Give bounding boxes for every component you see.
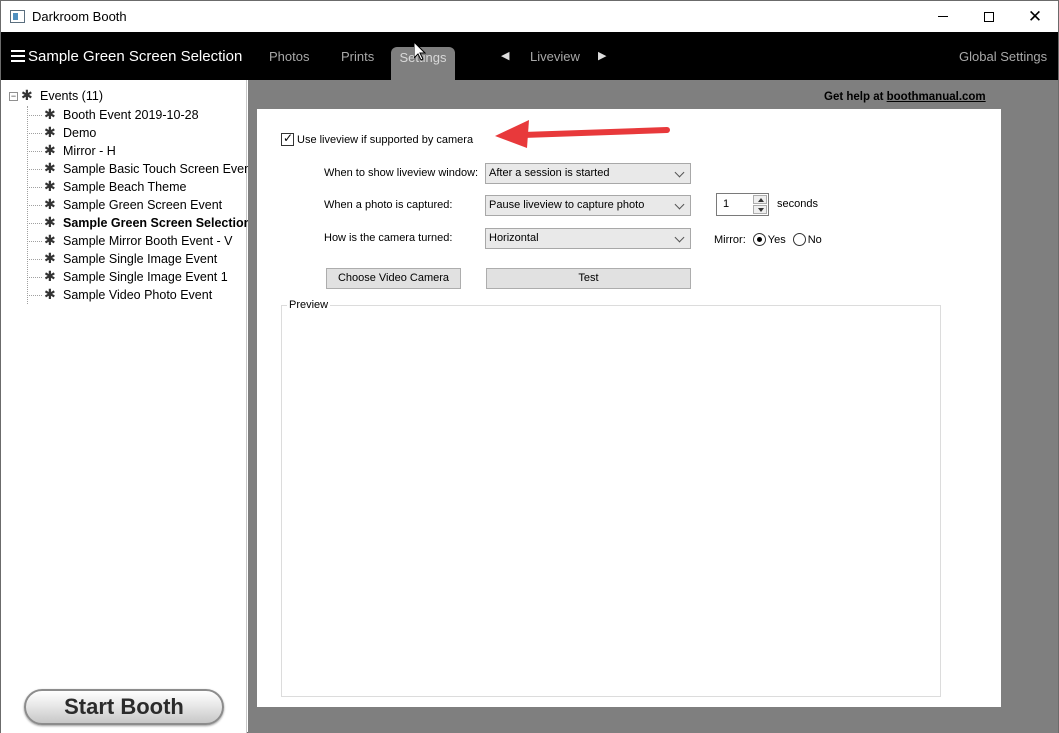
- tab-photos[interactable]: Photos: [269, 49, 309, 64]
- tree-root-label: Events (11): [40, 89, 103, 103]
- event-icon: [44, 106, 60, 123]
- tree-item-label: Booth Event 2019-10-28: [63, 108, 199, 122]
- maximize-button[interactable]: [966, 1, 1012, 32]
- use-liveview-label: Use liveview if supported by camera: [297, 133, 474, 146]
- tree-item-label: Sample Green Screen Event: [63, 198, 223, 212]
- tree-item-label: Sample Single Image Event 1: [63, 270, 228, 284]
- help-link[interactable]: boothmanual.com: [887, 91, 986, 103]
- tree-item[interactable]: Sample Mirror Booth Event - V: [27, 232, 255, 250]
- tab-prints[interactable]: Prints: [341, 49, 374, 64]
- close-button[interactable]: ✕: [1012, 1, 1058, 32]
- chevron-down-icon: [675, 229, 685, 248]
- app-icon: [10, 10, 25, 23]
- tree-item-selected[interactable]: Sample Green Screen Selection: [27, 214, 255, 232]
- decrement-icon[interactable]: [753, 205, 767, 214]
- tree-item[interactable]: Sample Single Image Event: [27, 250, 255, 268]
- app-window: Darkroom Booth ✕ Sample Green Screen Sel…: [0, 0, 1059, 733]
- mirror-no-label: No: [807, 233, 822, 246]
- help-text: Get help at boothmanual.com: [824, 91, 986, 103]
- event-icon: [44, 232, 60, 249]
- event-title: Sample Green Screen Selection: [28, 48, 243, 65]
- camera-turned-value: Horizontal: [489, 232, 539, 244]
- collapse-icon[interactable]: −: [9, 91, 18, 101]
- events-tree-panel: − Events (11) Booth Event 2019-10-28 Dem…: [1, 80, 255, 733]
- global-settings-link[interactable]: Global Settings: [959, 49, 1047, 64]
- use-liveview-row[interactable]: Use liveview if supported by camera: [281, 131, 474, 146]
- mirror-radio-group: Mirror: Yes No: [714, 233, 829, 246]
- camera-turned-label: How is the camera turned:: [324, 232, 453, 244]
- tab-liveview[interactable]: Liveview: [530, 49, 580, 64]
- show-window-value: After a session is started: [489, 167, 610, 179]
- tree-item-label: Sample Video Photo Event: [63, 288, 213, 302]
- event-icon: [44, 196, 60, 213]
- photo-captured-value: Pause liveview to capture photo: [489, 199, 645, 211]
- test-button[interactable]: Test: [486, 268, 691, 289]
- annotation-arrow-icon: [495, 120, 670, 148]
- increment-icon[interactable]: [753, 195, 767, 204]
- settings-content-area: Get help at boothmanual.com Use liveview…: [248, 80, 1058, 733]
- liveview-settings-panel: Use liveview if supported by camera When…: [257, 109, 1001, 707]
- camera-turned-select[interactable]: Horizontal: [485, 228, 691, 249]
- title-bar: Darkroom Booth ✕: [1, 1, 1058, 32]
- minimize-button[interactable]: [920, 1, 966, 32]
- tree-item-label: Sample Green Screen Selection: [63, 216, 252, 230]
- tree-item[interactable]: Mirror - H: [27, 142, 255, 160]
- preview-group: Preview: [281, 299, 941, 697]
- tree-item-label: Sample Mirror Booth Event - V: [63, 234, 233, 248]
- mirror-yes-label: Yes: [767, 233, 786, 246]
- pause-seconds-stepper[interactable]: 1: [716, 193, 769, 216]
- pause-seconds-value: 1: [723, 198, 730, 210]
- start-booth-button[interactable]: Start Booth: [24, 689, 224, 725]
- next-arrow-icon[interactable]: ▶: [598, 49, 606, 62]
- maximize-icon: [984, 11, 994, 22]
- event-icon: [44, 214, 60, 231]
- show-window-select[interactable]: After a session is started: [485, 163, 691, 184]
- close-icon: ✕: [1027, 7, 1043, 26]
- mirror-label: Mirror:: [714, 233, 746, 246]
- tree-item[interactable]: Sample Video Photo Event: [27, 286, 255, 304]
- tree-item[interactable]: Demo: [27, 124, 255, 142]
- event-icon: [21, 87, 37, 104]
- tree-item-label: Sample Single Image Event: [63, 252, 218, 266]
- use-liveview-checkbox[interactable]: [281, 131, 294, 146]
- window-title: Darkroom Booth: [32, 9, 127, 24]
- mirror-yes-radio[interactable]: [752, 233, 766, 246]
- tree-item-label: Demo: [63, 126, 97, 140]
- chevron-down-icon: [675, 164, 685, 183]
- previous-arrow-icon[interactable]: ◀: [501, 49, 509, 62]
- tree-item-label: Mirror - H: [63, 144, 116, 158]
- seconds-label: seconds: [777, 198, 818, 210]
- tree-item[interactable]: Sample Basic Touch Screen Event: [27, 160, 255, 178]
- event-icon: [44, 160, 60, 177]
- hamburger-menu-icon[interactable]: [11, 50, 25, 62]
- chevron-down-icon: [675, 196, 685, 215]
- tree-item[interactable]: Booth Event 2019-10-28: [27, 106, 255, 124]
- event-icon: [44, 142, 60, 159]
- event-list: Booth Event 2019-10-28 Demo Mirror - H S…: [27, 106, 255, 304]
- event-icon: [44, 268, 60, 285]
- mouse-pointer-icon: [414, 42, 426, 61]
- event-icon: [44, 124, 60, 141]
- event-icon: [44, 286, 60, 303]
- tree-item[interactable]: Sample Beach Theme: [27, 178, 255, 196]
- mirror-no-radio[interactable]: [792, 233, 806, 246]
- photo-captured-label: When a photo is captured:: [324, 199, 453, 211]
- tree-item[interactable]: Sample Green Screen Event: [27, 196, 255, 214]
- event-icon: [44, 178, 60, 195]
- help-prefix: Get help at: [824, 91, 887, 103]
- photo-captured-select[interactable]: Pause liveview to capture photo: [485, 195, 691, 216]
- choose-video-camera-button[interactable]: Choose Video Camera: [326, 268, 461, 289]
- menu-bar: Sample Green Screen Selection Photos Pri…: [1, 32, 1058, 80]
- tree-item[interactable]: Sample Single Image Event 1: [27, 268, 255, 286]
- tree-root-events[interactable]: − Events (11): [9, 87, 103, 104]
- tree-item-label: Sample Beach Theme: [63, 180, 187, 194]
- event-icon: [44, 250, 60, 267]
- preview-label: Preview: [287, 299, 331, 311]
- minimize-icon: [938, 16, 948, 17]
- show-window-label: When to show liveview window:: [324, 167, 479, 179]
- tree-item-label: Sample Basic Touch Screen Event: [63, 162, 255, 176]
